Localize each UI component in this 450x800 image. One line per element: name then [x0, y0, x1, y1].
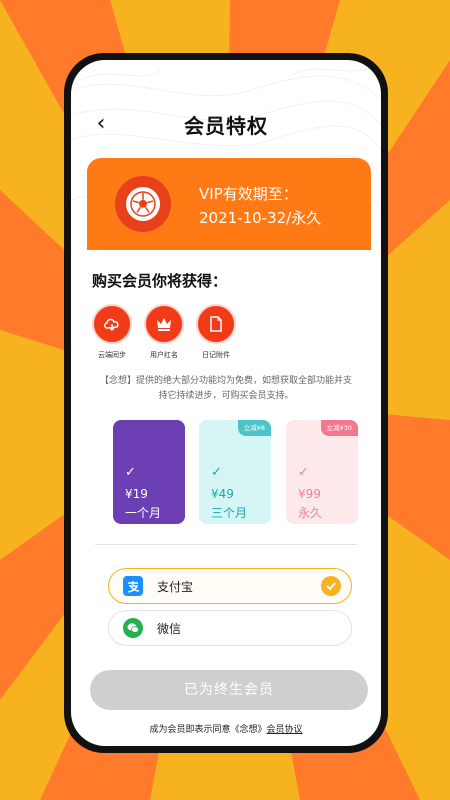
document-icon	[196, 304, 236, 344]
alipay-icon	[123, 576, 143, 596]
plan-lifetime[interactable]: 立减¥30 ✓ ¥99 永久	[286, 420, 358, 524]
vip-badge	[115, 176, 171, 232]
payment-option-alipay[interactable]: 支付宝	[108, 568, 352, 604]
benefit-cloud-sync: 云端同步	[90, 304, 134, 360]
plan-term: 三个月	[211, 506, 248, 520]
payment-label: 支付宝	[157, 579, 194, 594]
benefits-title: 购买会员你将获得：	[92, 272, 228, 290]
cloud-sync-icon	[92, 304, 132, 344]
membership-status-button[interactable]: 已为终生会员	[90, 670, 368, 710]
plan-price: ¥49	[211, 487, 234, 501]
check-icon: ✓	[125, 465, 136, 480]
benefits-list: 云端同步 用户红名 日记附件	[90, 304, 238, 360]
vip-expiry-label: VIP有效期至：	[199, 185, 298, 203]
plan-term: 一个月	[125, 506, 162, 520]
membership-description: 【念想】提供的绝大部分功能均为免费，如想获取全部功能并支持它持续进步，可购买会员…	[99, 376, 352, 401]
app-screen: ‹ 会员特权 VIP有效期至： 2021-10-32/永久 购买会员你将获得：	[71, 60, 381, 746]
crown-icon	[144, 304, 184, 344]
benefit-label: 用户红名	[150, 351, 178, 359]
plan-price: ¥99	[298, 487, 321, 501]
soccer-ball-icon	[126, 187, 160, 221]
check-icon: ✓	[211, 465, 222, 480]
benefit-diary-attachment: 日记附件	[194, 304, 238, 360]
plan-term: 永久	[298, 506, 323, 520]
payment-label: 微信	[157, 621, 182, 636]
benefit-label: 云端同步	[98, 351, 126, 359]
plan-one-month[interactable]: ✓ ¥19 一个月	[113, 420, 185, 524]
selected-check-icon	[321, 576, 341, 596]
phone-frame: ‹ 会员特权 VIP有效期至： 2021-10-32/永久 购买会员你将获得：	[64, 53, 388, 753]
payment-option-wechat[interactable]: 微信	[108, 610, 352, 646]
discount-badge: 立减¥8	[237, 420, 271, 436]
discount-badge: 立减¥30	[320, 420, 358, 436]
agreement-prefix: 成为会员即表示同意《念想》	[149, 725, 267, 735]
agreement-text: 成为会员即表示同意《念想》会员协议	[71, 722, 381, 735]
benefit-label: 日记附件	[202, 351, 230, 359]
header: ‹ 会员特权	[71, 108, 381, 140]
check-icon: ✓	[298, 465, 309, 480]
membership-agreement-link[interactable]: 会员协议	[267, 725, 303, 735]
vip-expiry-value: 2021-10-32/永久	[199, 209, 322, 227]
plan-three-months[interactable]: 立减¥8 ✓ ¥49 三个月	[199, 420, 271, 524]
wechat-icon	[123, 618, 143, 638]
page-title: 会员特权	[184, 114, 268, 138]
plan-price: ¥19	[125, 487, 148, 501]
benefit-red-name: 用户红名	[142, 304, 186, 360]
divider	[95, 544, 357, 545]
vip-status-card: VIP有效期至： 2021-10-32/永久	[87, 158, 371, 250]
